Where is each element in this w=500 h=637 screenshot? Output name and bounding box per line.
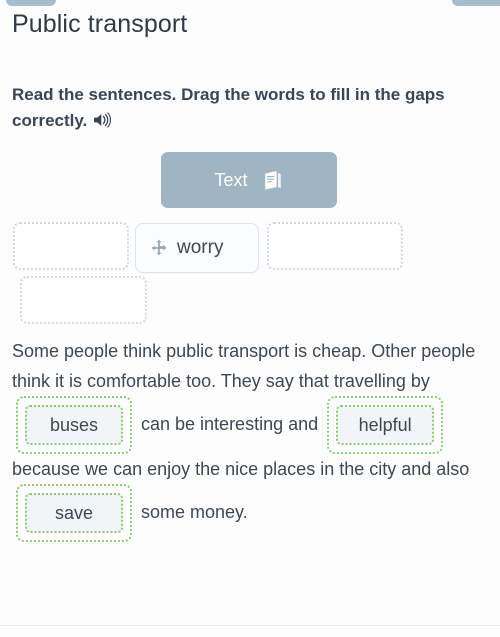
move-icon	[150, 239, 168, 257]
filled-answer-label-3: save	[25, 493, 123, 533]
top-tab-pill-left[interactable]	[6, 0, 56, 6]
draggable-word-label: worry	[177, 237, 224, 258]
passage-text: Some people think public transport is ch…	[12, 336, 490, 542]
filled-answer-label-1: buses	[25, 405, 123, 445]
bottom-divider	[0, 625, 500, 626]
passage-segment-1: Some people think public transport is ch…	[12, 341, 481, 391]
text-button-label: Text	[214, 170, 248, 190]
passage-segment-4: some money.	[136, 501, 248, 522]
speaker-icon[interactable]	[93, 110, 113, 128]
empty-drop-slot-1[interactable]	[13, 222, 129, 270]
filled-answer-slot-3[interactable]: save	[16, 484, 132, 542]
empty-drop-slot-2[interactable]	[267, 222, 403, 270]
filled-answer-label-2: helpful	[336, 405, 435, 445]
instruction-text: Read the sentences. Drag the words to fi…	[12, 82, 486, 134]
page-title: Public transport	[12, 10, 188, 38]
passage-segment-2: can be interesting and	[136, 413, 324, 434]
draggable-word-worry[interactable]: worry	[135, 223, 259, 273]
empty-drop-slot-3[interactable]	[20, 276, 147, 324]
instruction-label: Read the sentences. Drag the words to fi…	[12, 85, 445, 130]
book-icon	[262, 169, 284, 191]
filled-answer-slot-1[interactable]: buses	[16, 396, 132, 454]
filled-answer-slot-2[interactable]: helpful	[327, 396, 444, 454]
text-button[interactable]: Text	[161, 152, 337, 208]
top-tab-pill-right[interactable]	[452, 0, 500, 6]
